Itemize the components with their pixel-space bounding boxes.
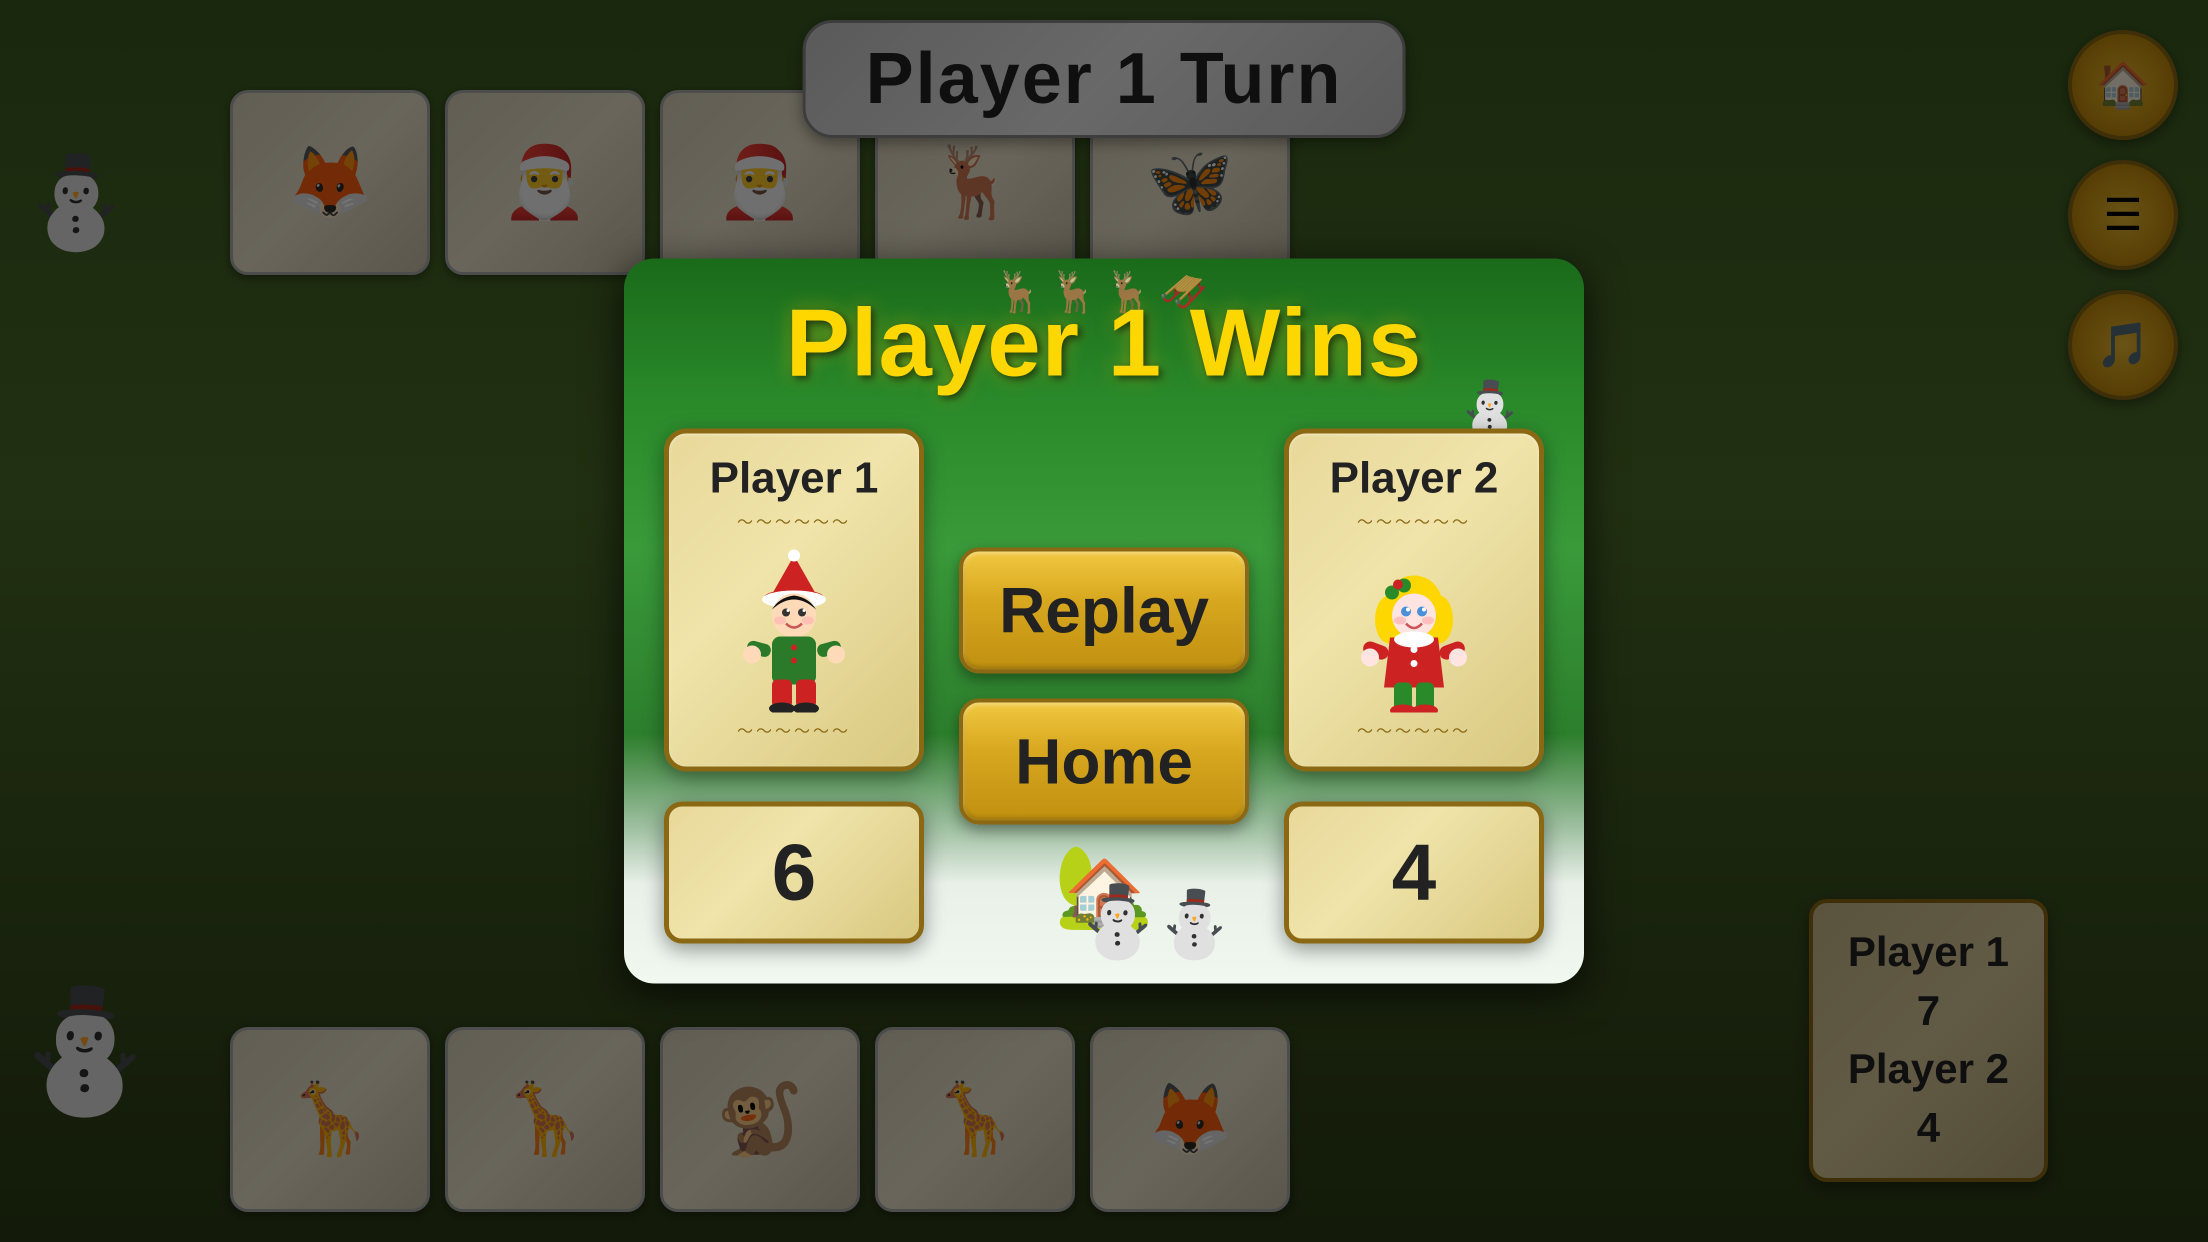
player1-column: Player 1 〜〜〜〜〜〜	[664, 429, 924, 944]
player1-score: 6	[772, 828, 817, 917]
player2-divider: 〜〜〜〜〜〜	[1357, 509, 1471, 533]
players-row: Player 1 〜〜〜〜〜〜	[664, 429, 1544, 944]
player2-avatar	[1337, 543, 1492, 718]
home-button[interactable]: Home	[959, 699, 1249, 825]
player2-name: Player 2	[1330, 454, 1499, 504]
player1-card: Player 1 〜〜〜〜〜〜	[664, 429, 924, 772]
win-title: Player 1 Wins	[664, 289, 1544, 399]
player2-score-box: 4	[1284, 802, 1544, 944]
player2-divider-bottom: 〜〜〜〜〜〜	[1357, 718, 1471, 742]
player1-name: Player 1	[710, 454, 879, 504]
player2-card: Player 2 〜〜〜〜〜〜	[1284, 429, 1544, 772]
player1-divider: 〜〜〜〜〜〜	[737, 509, 851, 533]
win-modal: 🎄 🎄 🎄 🏡 ⛄ ⛄ ⛄ 🦌🦌🦌🛷 Player 1 Wins Player …	[624, 259, 1584, 984]
player1-avatar	[717, 543, 872, 718]
xmas-girl-svg	[1354, 548, 1474, 713]
elf-boy-svg	[734, 548, 854, 713]
player2-column: Player 2 〜〜〜〜〜〜	[1284, 429, 1544, 944]
player1-divider-bottom: 〜〜〜〜〜〜	[737, 718, 851, 742]
replay-button[interactable]: Replay	[959, 548, 1249, 674]
center-buttons: Replay Home	[944, 429, 1264, 944]
player2-score: 4	[1392, 828, 1437, 917]
player1-score-box: 6	[664, 802, 924, 944]
modal-content: Player 1 Wins Player 1 〜〜〜〜〜〜	[624, 259, 1584, 984]
